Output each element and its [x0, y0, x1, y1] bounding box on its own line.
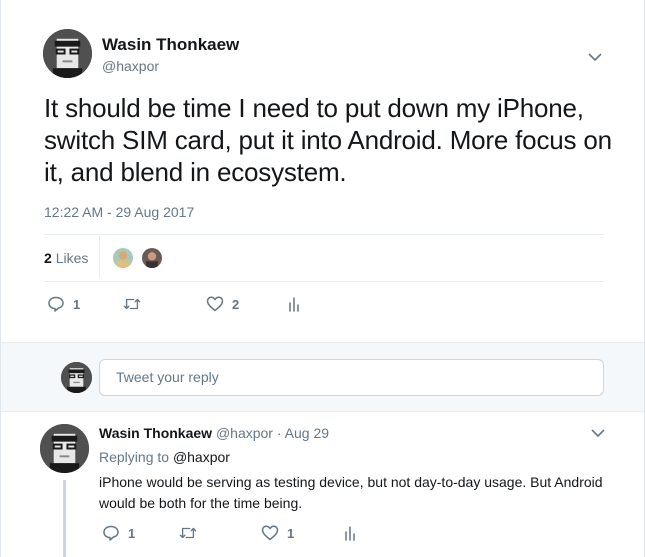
author-avatar[interactable]: [43, 29, 92, 78]
heart-icon: [206, 296, 224, 312]
reply-author-name[interactable]: Wasin Thonkaew: [99, 425, 212, 441]
tweet-permalink-card: Wasin Thonkaew @haxpor It should be time…: [0, 0, 645, 557]
replying-to: Replying to @haxpor: [99, 449, 230, 465]
liker-avatar[interactable]: [111, 246, 135, 270]
reply-input[interactable]: Tweet your reply: [99, 359, 604, 396]
like-action[interactable]: 1: [261, 524, 294, 542]
tweet-timestamp[interactable]: 12:22 AM - 29 Aug 2017: [44, 204, 194, 220]
retweet-icon: [179, 527, 197, 539]
likes-stat[interactable]: 2 Likes: [44, 250, 88, 266]
reply-icon: [48, 296, 64, 312]
analytics-action[interactable]: [341, 524, 359, 542]
like-count: 1: [287, 525, 295, 541]
chevron-down-icon[interactable]: [590, 425, 606, 441]
reply-author-avatar[interactable]: [40, 424, 89, 473]
chevron-down-icon[interactable]: [587, 49, 603, 65]
reply-action[interactable]: 1: [102, 524, 135, 542]
analytics-icon: [289, 297, 299, 312]
replying-to-label: Replying to: [99, 449, 170, 465]
reply-text: iPhone would be serving as testing devic…: [99, 474, 603, 511]
retweet-action[interactable]: [123, 295, 149, 313]
liker-avatar[interactable]: [140, 246, 164, 270]
current-user-avatar: [61, 362, 92, 393]
reply-count: 1: [128, 525, 136, 541]
reply-icon: [103, 525, 119, 541]
analytics-icon: [345, 526, 355, 541]
divider: [44, 234, 604, 235]
heart-icon: [261, 525, 279, 541]
thread-line: [63, 480, 66, 557]
divider: [99, 236, 100, 278]
analytics-action[interactable]: [285, 295, 303, 313]
likes-label: Likes: [55, 250, 89, 266]
retweet-icon: [123, 298, 141, 310]
reply-count: 1: [73, 296, 81, 312]
reply-action[interactable]: 1: [47, 295, 80, 313]
like-action[interactable]: 2: [206, 295, 239, 313]
tweet-text: It should be time I need to put down my …: [44, 93, 612, 187]
reply-header: Wasin Thonkaew @haxpor · Aug 29: [99, 425, 329, 441]
author-handle[interactable]: @haxpor: [102, 58, 159, 74]
like-count: 2: [232, 296, 240, 312]
likes-number: 2: [44, 250, 52, 266]
replying-to-handle[interactable]: @haxpor: [173, 449, 230, 465]
author-name[interactable]: Wasin Thonkaew: [102, 35, 239, 55]
reply-author-handle[interactable]: @haxpor: [216, 425, 273, 441]
retweet-action[interactable]: [179, 524, 205, 542]
reply-date[interactable]: · Aug 29: [277, 425, 329, 441]
divider: [44, 281, 604, 282]
